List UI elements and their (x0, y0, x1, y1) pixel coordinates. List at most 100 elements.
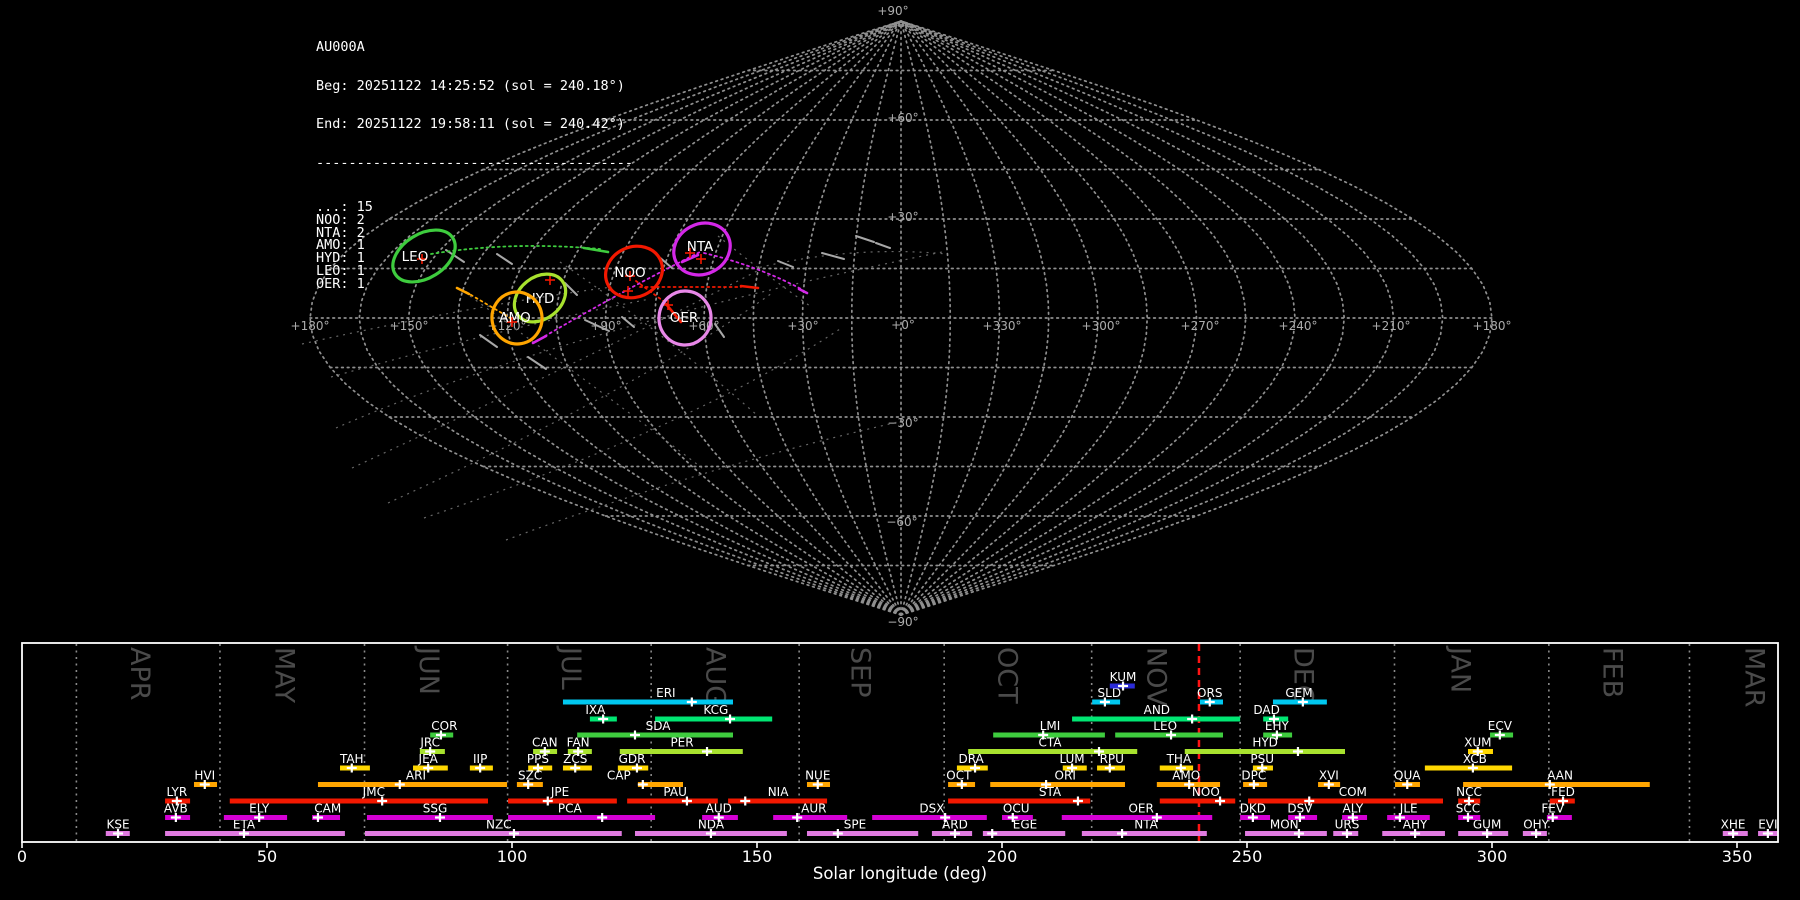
shower-bar-SLD: SLD (1092, 686, 1121, 707)
shower-bar-LUM: LUM (1059, 752, 1087, 773)
longitude-label: +150° (390, 319, 429, 333)
shower-bar-AAN: AAN (1463, 769, 1650, 789)
peak-marker-CAP (637, 780, 648, 789)
peak-marker-PER (702, 747, 713, 756)
shower-code-label-LYR: LYR (166, 785, 187, 799)
shower-bar-FAN: FAN (567, 736, 592, 756)
shower-bar-PCA: PCA (508, 802, 656, 822)
shower-code-label-CAM: CAM (314, 802, 341, 816)
shower-bar-JLE: JLE (1387, 802, 1430, 822)
activity-bar-HYD (1184, 749, 1345, 754)
latitude-label: −30° (887, 416, 918, 430)
activity-bar-ARI (317, 782, 508, 787)
shower-bar-NOO: NOO (1159, 785, 1236, 806)
shower-bar-SSG: SSG (366, 802, 493, 822)
shower-code-label-HYD: HYD (1252, 736, 1278, 750)
activity-bar-KCG (655, 716, 773, 722)
longitude-label: +90° (590, 319, 621, 333)
shower-code-label-ARI: ARI (406, 769, 426, 783)
shower-code-label-PER: PER (670, 736, 693, 750)
shower-code-label-XHE: XHE (1721, 818, 1746, 832)
shower-code-label-CAN: CAN (532, 736, 558, 750)
peak-marker-NTA (1117, 829, 1128, 838)
shower-code-label-XCB: XCB (1463, 752, 1487, 766)
sporadic-meteor-segment (777, 260, 794, 268)
shower-code-label-AAN: AAN (1547, 769, 1573, 783)
latitude-label: +0° (891, 318, 915, 332)
shower-bar-NZC: NZC (365, 818, 622, 838)
shower-bar-XVI: XVI (1318, 769, 1341, 789)
peak-marker-ARI (394, 780, 405, 789)
peak-marker-AND (1187, 714, 1198, 724)
shower-bar-OCT: OCT (946, 769, 976, 789)
longitude-label: +180° (291, 319, 330, 333)
observation-begin: Beg: 20251122 14:25:52 (sol = 240.18°) (316, 77, 625, 94)
header-separator: --------------------------------------- (316, 154, 633, 171)
latitude-label: −60° (886, 515, 917, 529)
activity-bar-SDA (577, 732, 733, 738)
shower-code-label-DSX: DSX (919, 802, 944, 816)
shower-bar-KSE: KSE (105, 818, 130, 838)
shower-bar-PER: PER (619, 736, 743, 756)
activity-bar-CTA (968, 749, 1138, 754)
activity-bar-AAN (1463, 782, 1650, 787)
shower-code-label-DRA: DRA (958, 752, 984, 766)
shower-bar-COR: COR (430, 719, 457, 740)
shower-bar-URS: URS (1333, 818, 1359, 838)
shower-code-label-OER: OER (1128, 802, 1153, 816)
shower-code-label-DAD: DAD (1253, 703, 1279, 717)
shower-code-label-GDR: GDR (619, 752, 646, 766)
shower-count-item: OER: 1 (316, 276, 365, 293)
activity-bar-SPE (806, 831, 919, 836)
shower-code-label-KCG: KCG (703, 703, 728, 717)
header-info: AU000A Beg: 20251122 14:25:52 (sol = 240… (316, 15, 633, 317)
shower-code-label-AND: AND (1144, 703, 1170, 717)
shower-bar-KCG: KCG (655, 703, 773, 724)
month-label-SEP: SEP (844, 647, 875, 697)
shower-bar-IXA: IXA (585, 703, 617, 724)
shower-code-label-NUE: NUE (805, 769, 830, 783)
month-label-FEB: FEB (1596, 647, 1627, 698)
latitude-label: +30° (887, 210, 918, 224)
shower-count-list: ...: 15 NOO: 2 NTA: 2 AMO: 1 HYD: 1 LEO: 1 OER… (316, 200, 633, 293)
shower-bar-HVI: HVI (193, 769, 218, 789)
peak-marker-NIA (740, 796, 751, 806)
shower-bar-SDA: SDA (577, 719, 733, 740)
shower-bar-NTA: NTA (1081, 818, 1207, 838)
shower-bar-NIA: NIA (728, 785, 828, 806)
shower-code-label-PAU: PAU (663, 785, 686, 799)
shower-code-label-IXA: IXA (585, 703, 606, 717)
shower-code-label-EVI: EVI (1758, 818, 1777, 832)
shower-bar-PPS: PPS (527, 752, 553, 773)
sporadic-meteor-segment (855, 235, 875, 243)
shower-bar-FED: FED (1549, 785, 1575, 806)
x-tick-label: 100 (497, 847, 528, 866)
peak-marker-EGE (987, 829, 998, 838)
sporadic-track-extension (505, 421, 899, 541)
activity-bar-ORI (990, 782, 1125, 787)
activity-bar-JLE (1387, 815, 1430, 820)
shower-bar-KUM: KUM (1110, 670, 1137, 691)
shower-code-label-KUM: KUM (1110, 670, 1137, 684)
activity-bar-COM (1247, 798, 1443, 804)
shower-code-label-ZCS: ZCS (563, 752, 587, 766)
peak-marker-STA (1072, 796, 1083, 806)
month-label-AUG: AUG (700, 647, 731, 706)
shower-bar-XCB: XCB (1424, 752, 1513, 773)
meteor-plot-canvas: +90°+60°+30°+0°−30°−60°−90°+180° +150° +12… (17, 4, 1779, 883)
shower-bar-ECV: ECV (1488, 719, 1514, 740)
activity-bar-STA (948, 798, 1091, 804)
shower-bar-RPU: RPU (1097, 752, 1125, 773)
longitude-label: +300° (1082, 319, 1121, 333)
shower-code-label-DKD: DKD (1240, 802, 1266, 816)
latitude-label: +90° (877, 4, 908, 18)
peak-marker-SDA (629, 730, 640, 740)
shower-bar-IIP: IIP (469, 752, 493, 773)
shower-code-label-HVI: HVI (194, 769, 215, 783)
x-axis: 0 50 100 150 200 250 300 350 (17, 842, 1752, 866)
shower-code-label-AUD: AUD (706, 802, 732, 816)
sporadic-meteor-segment (875, 242, 891, 249)
activity-bar-PCA (508, 815, 656, 820)
shower-bar-ORI: ORI (990, 769, 1125, 789)
shower-bar-XUM: XUM (1464, 736, 1493, 756)
